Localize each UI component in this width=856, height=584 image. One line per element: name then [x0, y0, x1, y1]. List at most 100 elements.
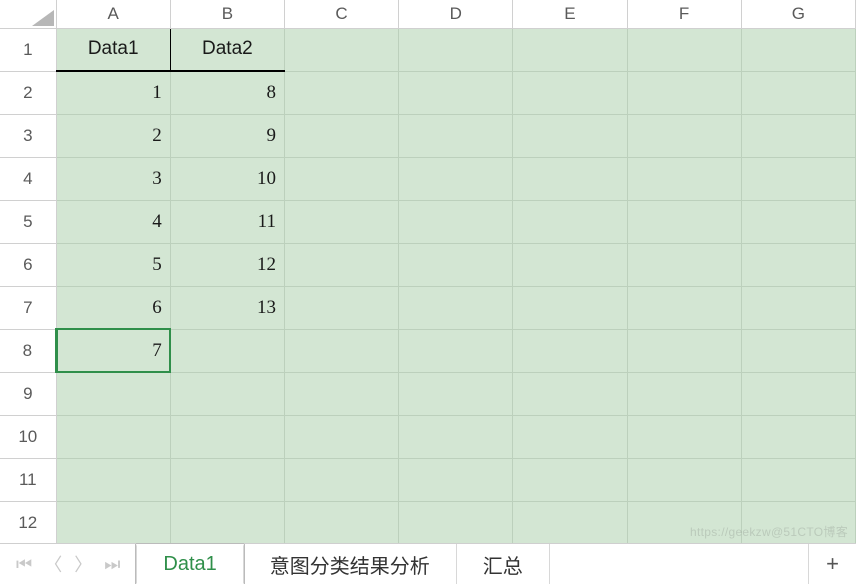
cell-G8[interactable] [741, 329, 855, 372]
row-header-2[interactable]: 2 [0, 71, 56, 114]
col-header-F[interactable]: F [627, 0, 741, 28]
cell-D9[interactable] [399, 372, 513, 415]
nav-prev-icon[interactable]: 〈 [44, 551, 62, 577]
nav-next-icon[interactable]: 〉 [74, 551, 92, 577]
col-header-D[interactable]: D [399, 0, 513, 28]
cell-B7[interactable]: 13 [170, 286, 284, 329]
cell-G9[interactable] [741, 372, 855, 415]
cell-A10[interactable] [56, 415, 170, 458]
cell-E1[interactable] [513, 28, 627, 71]
cell-F3[interactable] [627, 114, 741, 157]
cell-A12[interactable] [56, 501, 170, 543]
cell-D3[interactable] [399, 114, 513, 157]
cell-F4[interactable] [627, 157, 741, 200]
row-header-8[interactable]: 8 [0, 329, 56, 372]
cell-G4[interactable] [741, 157, 855, 200]
col-header-B[interactable]: B [170, 0, 284, 28]
cell-G10[interactable] [741, 415, 855, 458]
nav-first-icon[interactable]: ⏮ [16, 554, 32, 575]
cell-F2[interactable] [627, 71, 741, 114]
row-header-1[interactable]: 1 [0, 28, 56, 71]
cell-C7[interactable] [284, 286, 398, 329]
cell-A5[interactable]: 4 [56, 200, 170, 243]
cell-C3[interactable] [284, 114, 398, 157]
cell-A7[interactable]: 6 [56, 286, 170, 329]
cell-F6[interactable] [627, 243, 741, 286]
cell-B11[interactable] [170, 458, 284, 501]
cell-E4[interactable] [513, 157, 627, 200]
cell-E6[interactable] [513, 243, 627, 286]
row-header-10[interactable]: 10 [0, 415, 56, 458]
cell-G7[interactable] [741, 286, 855, 329]
cell-A8[interactable]: 7 [56, 329, 170, 372]
cell-F12[interactable] [627, 501, 741, 543]
cell-D11[interactable] [399, 458, 513, 501]
cell-B12[interactable] [170, 501, 284, 543]
select-all-corner[interactable] [0, 0, 56, 28]
cell-F5[interactable] [627, 200, 741, 243]
cell-E10[interactable] [513, 415, 627, 458]
cell-E8[interactable] [513, 329, 627, 372]
cell-C10[interactable] [284, 415, 398, 458]
col-header-A[interactable]: A [56, 0, 170, 28]
cell-B10[interactable] [170, 415, 284, 458]
cell-C12[interactable] [284, 501, 398, 543]
row-header-4[interactable]: 4 [0, 157, 56, 200]
cell-B2[interactable]: 8 [170, 71, 284, 114]
cell-C8[interactable] [284, 329, 398, 372]
cell-E9[interactable] [513, 372, 627, 415]
col-header-C[interactable]: C [284, 0, 398, 28]
cell-B3[interactable]: 9 [170, 114, 284, 157]
cell-F1[interactable] [627, 28, 741, 71]
cell-F11[interactable] [627, 458, 741, 501]
cell-E3[interactable] [513, 114, 627, 157]
row-header-7[interactable]: 7 [0, 286, 56, 329]
cell-G11[interactable] [741, 458, 855, 501]
cell-A3[interactable]: 2 [56, 114, 170, 157]
row-header-11[interactable]: 11 [0, 458, 56, 501]
cell-B8[interactable] [170, 329, 284, 372]
cell-D7[interactable] [399, 286, 513, 329]
cell-F9[interactable] [627, 372, 741, 415]
sheet-tab[interactable]: Data1 [136, 544, 243, 584]
cell-B4[interactable]: 10 [170, 157, 284, 200]
cell-A9[interactable] [56, 372, 170, 415]
cell-C11[interactable] [284, 458, 398, 501]
cell-G6[interactable] [741, 243, 855, 286]
col-header-G[interactable]: G [741, 0, 855, 28]
cell-A4[interactable]: 3 [56, 157, 170, 200]
cell-C1[interactable] [284, 28, 398, 71]
cell-G5[interactable] [741, 200, 855, 243]
cell-D4[interactable] [399, 157, 513, 200]
cell-A11[interactable] [56, 458, 170, 501]
cell-C6[interactable] [284, 243, 398, 286]
cell-D10[interactable] [399, 415, 513, 458]
cell-E5[interactable] [513, 200, 627, 243]
cell-D12[interactable] [399, 501, 513, 543]
cell-A1[interactable]: Data1 [56, 28, 170, 71]
cell-D1[interactable] [399, 28, 513, 71]
cell-G3[interactable] [741, 114, 855, 157]
col-header-E[interactable]: E [513, 0, 627, 28]
cell-F8[interactable] [627, 329, 741, 372]
cell-D5[interactable] [399, 200, 513, 243]
cell-B6[interactable]: 12 [170, 243, 284, 286]
sheet-tab[interactable]: 汇总 [457, 544, 550, 584]
cell-F7[interactable] [627, 286, 741, 329]
cell-E2[interactable] [513, 71, 627, 114]
cell-D2[interactable] [399, 71, 513, 114]
cell-A2[interactable]: 1 [56, 71, 170, 114]
cell-B9[interactable] [170, 372, 284, 415]
spreadsheet-grid[interactable]: A B C D E F G 1Data1Data2218329431054116… [0, 0, 856, 543]
cell-C9[interactable] [284, 372, 398, 415]
cell-D8[interactable] [399, 329, 513, 372]
row-header-12[interactable]: 12 [0, 501, 56, 543]
cell-E12[interactable] [513, 501, 627, 543]
cell-D6[interactable] [399, 243, 513, 286]
cell-G1[interactable] [741, 28, 855, 71]
cell-E11[interactable] [513, 458, 627, 501]
row-header-5[interactable]: 5 [0, 200, 56, 243]
cell-B5[interactable]: 11 [170, 200, 284, 243]
add-sheet-button[interactable]: + [808, 544, 856, 584]
cell-G12[interactable] [741, 501, 855, 543]
